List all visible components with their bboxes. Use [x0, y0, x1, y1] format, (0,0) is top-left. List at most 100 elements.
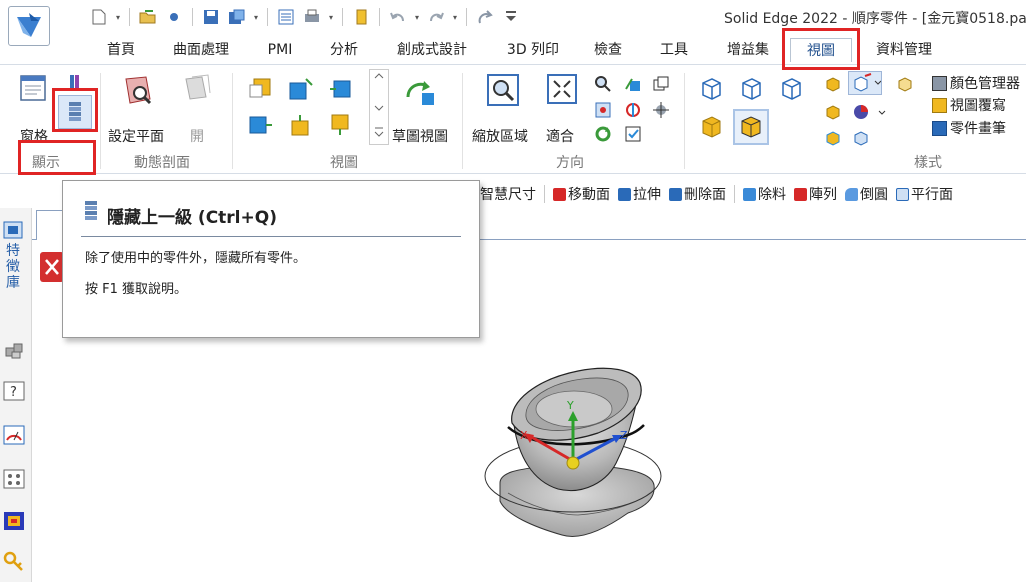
document-icon[interactable] [350, 7, 372, 27]
tab-tools[interactable]: 工具 [654, 38, 694, 62]
visible-edges-view-icon[interactable] [778, 75, 804, 101]
rotate-icon[interactable] [594, 125, 612, 143]
shaded-view-icon[interactable] [698, 113, 724, 139]
new-file-icon[interactable] [88, 7, 110, 27]
common-views-icon[interactable] [624, 101, 642, 119]
part-painter-button[interactable]: 零件畫筆 [932, 118, 1006, 138]
properties-icon[interactable] [275, 7, 297, 27]
round-button[interactable]: 倒圓 [845, 184, 888, 204]
round-icon [845, 187, 858, 201]
print-dropdown-icon[interactable]: ▾ [327, 13, 335, 22]
zoom-area-icon[interactable] [486, 73, 520, 107]
help-query-icon[interactable]: ? [2, 380, 26, 402]
hide-previous-level-button[interactable] [58, 95, 92, 129]
color-manager-button[interactable]: 顏色管理器 [932, 73, 1020, 93]
zoom-area-label[interactable]: 縮放區域 [472, 126, 528, 146]
color-book-icon[interactable] [66, 73, 86, 93]
sketch-view-label[interactable]: 草圖視圖 [392, 126, 448, 146]
render-mode-icon[interactable] [848, 71, 882, 95]
view-front-icon[interactable] [248, 77, 274, 101]
tab-surfacing[interactable]: 曲面處理 [168, 38, 234, 62]
silhouette-icon[interactable] [824, 103, 842, 121]
group-label-style: 樣式 [914, 155, 942, 171]
tab-3d-print[interactable]: 3D 列印 [502, 38, 564, 62]
box-style-icon[interactable] [896, 75, 914, 93]
open-section-label[interactable]: 開 [190, 126, 204, 146]
tab-analysis[interactable]: 分析 [326, 38, 362, 62]
view-right-icon[interactable] [328, 77, 354, 101]
tab-view[interactable]: 視圖 [790, 38, 852, 62]
cut-label: 除料 [758, 187, 786, 203]
tab-pmi[interactable]: PMI [262, 38, 298, 62]
print-icon[interactable] [301, 7, 323, 27]
tab-inspect[interactable]: 檢查 [588, 38, 628, 62]
tooltip-description: 除了使用中的零件外，隱藏所有零件。 [85, 251, 307, 266]
move-face-icon [553, 187, 566, 201]
pathfinder-icon[interactable] [2, 220, 26, 242]
wireframe-view-icon[interactable] [698, 75, 724, 101]
reflective-icon[interactable] [824, 129, 842, 147]
tab-home[interactable]: 首頁 [100, 38, 142, 62]
save-icon[interactable] [200, 7, 222, 27]
hidden-edges-view-icon[interactable] [738, 75, 764, 101]
pane-window-icon[interactable] [18, 73, 48, 103]
set-plane-icon[interactable] [122, 73, 156, 107]
cube-style-icon[interactable] [824, 75, 842, 93]
repeat-icon[interactable] [474, 7, 496, 27]
view-left-icon[interactable] [248, 113, 274, 137]
move-face-button[interactable]: 移動面 [553, 184, 610, 204]
gauge-icon[interactable] [2, 424, 26, 446]
shaded-with-edges-view-icon[interactable] [733, 109, 769, 145]
tab-data-management[interactable]: 資料管理 [868, 38, 940, 62]
set-plane-label[interactable]: 設定平面 [108, 126, 164, 146]
svg-text:?: ? [10, 385, 17, 400]
spin-about-icon[interactable] [624, 75, 642, 93]
previous-view-icon[interactable] [652, 75, 670, 93]
open-file-icon[interactable] [137, 7, 159, 27]
model-viewport[interactable]: X Y Z [478, 355, 668, 545]
view-back-icon[interactable] [328, 113, 354, 137]
view-bottom-icon[interactable] [288, 113, 314, 137]
pan-icon[interactable] [594, 101, 612, 119]
new-dropdown-icon[interactable]: ▾ [114, 13, 122, 22]
pane-label[interactable]: 窗格 [20, 126, 48, 146]
save-dropdown-icon[interactable]: ▾ [252, 13, 260, 22]
redo-icon[interactable] [425, 7, 447, 27]
extrude-button[interactable]: 拉伸 [618, 184, 661, 204]
color-map-icon[interactable] [2, 510, 26, 532]
parallel-face-button[interactable]: 平行面 [896, 184, 953, 204]
smart-dimension-label: 智慧尺寸 [480, 187, 536, 203]
layers-icon[interactable] [2, 338, 26, 360]
customize-qat-icon[interactable] [500, 7, 522, 27]
tab-generative-design[interactable]: 創成式設計 [390, 38, 474, 62]
view-orient-icon[interactable] [652, 101, 670, 119]
part-painter-label: 零件畫筆 [950, 121, 1006, 137]
save-view-icon[interactable] [624, 125, 642, 143]
redo-dropdown-icon[interactable]: ▾ [451, 13, 459, 22]
fit-label[interactable]: 適合 [546, 126, 574, 146]
fit-icon[interactable] [546, 73, 578, 105]
sphere-dropdown-icon[interactable] [876, 103, 888, 121]
view-override-button[interactable]: 視圖覆寫 [932, 95, 1006, 115]
sketch-view-icon[interactable] [402, 73, 438, 109]
view-top-icon[interactable] [288, 77, 314, 101]
delete-face-button[interactable]: 刪除面 [669, 184, 726, 204]
views-scroll-gallery[interactable] [369, 69, 389, 145]
texture-icon[interactable] [852, 129, 870, 147]
undo-dropdown-icon[interactable]: ▾ [413, 13, 421, 22]
undo-icon[interactable] [387, 7, 409, 27]
zoom-icon[interactable] [594, 75, 612, 93]
key-icon[interactable] [2, 550, 26, 572]
pattern-button[interactable]: 陣列 [794, 184, 837, 204]
sphere-style-icon[interactable] [852, 103, 870, 121]
close-document-icon[interactable] [40, 252, 64, 282]
save-as-icon[interactable] [226, 7, 248, 27]
extrude-label: 拉伸 [633, 187, 661, 203]
cut-button[interactable]: 除料 [743, 184, 786, 204]
tab-add-ins[interactable]: 增益集 [720, 38, 776, 62]
grid-pattern-icon[interactable] [2, 468, 26, 490]
open-section-icon[interactable] [182, 73, 212, 103]
move-face-label: 移動面 [568, 187, 610, 203]
pen-icon[interactable] [163, 7, 185, 27]
feature-library-tab[interactable]: 特徵庫 [6, 243, 22, 291]
